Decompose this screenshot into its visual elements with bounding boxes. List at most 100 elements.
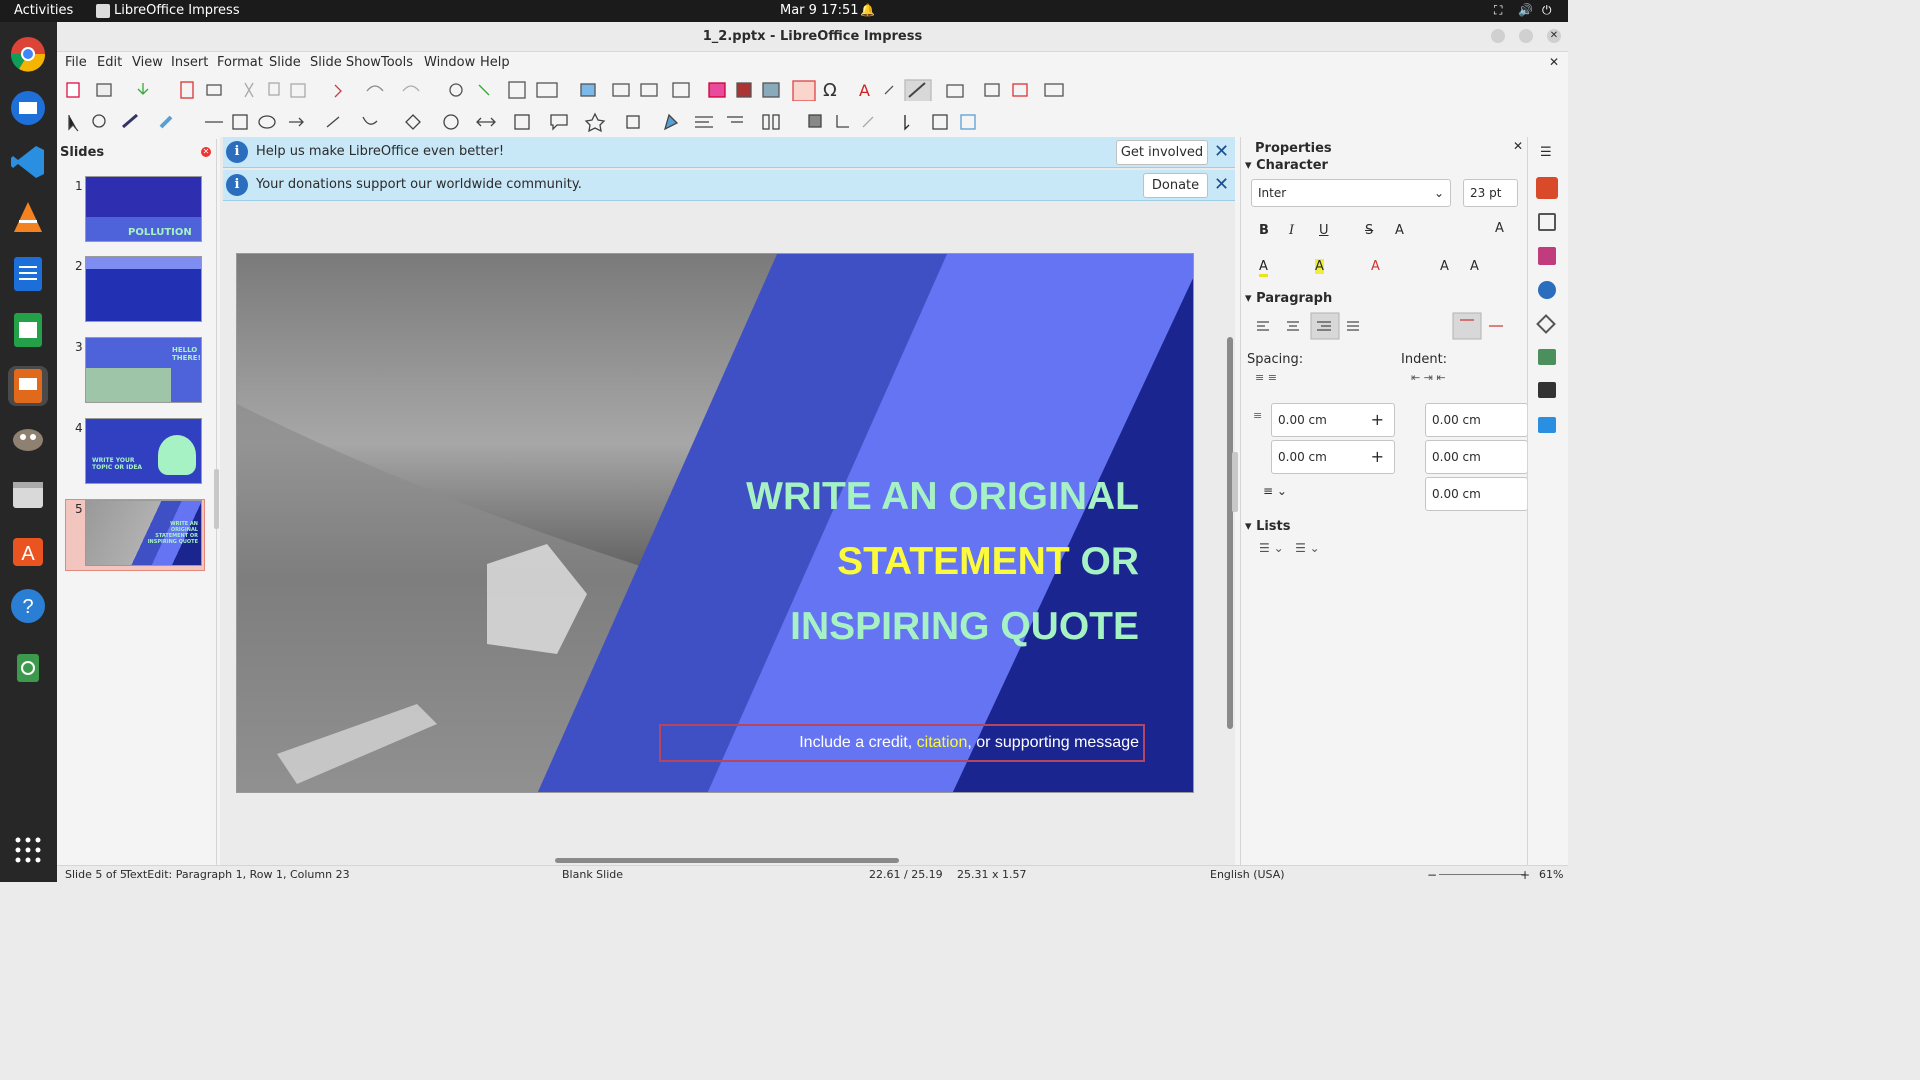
font-size-box[interactable]: 23 pt bbox=[1463, 179, 1518, 207]
highlight-color-icon[interactable]: A bbox=[1315, 259, 1324, 274]
spacing-below-field[interactable]: 0.00 cm + bbox=[1271, 440, 1395, 474]
paragraph-align-icons[interactable] bbox=[1255, 312, 1525, 342]
indent-buttons[interactable]: ⇤ ⇥ ⇤ bbox=[1411, 371, 1446, 384]
superscript-icon[interactable]: A bbox=[1440, 259, 1449, 274]
menu-tools[interactable]: Tools bbox=[381, 55, 413, 70]
close-slides-panel-button[interactable]: ✕ bbox=[201, 147, 211, 157]
animation-deck-icon[interactable] bbox=[1538, 382, 1556, 398]
clock[interactable]: Mar 9 17:51 bbox=[780, 3, 859, 18]
sidebar-splitter[interactable] bbox=[1232, 452, 1238, 512]
font-color-icon[interactable]: A bbox=[1259, 259, 1268, 277]
slide-title[interactable]: WRITE AN ORIGINAL STATEMENT OR INSPIRING… bbox=[657, 464, 1139, 659]
power-icon[interactable]: ⏻ bbox=[1542, 3, 1552, 18]
zoom-slider[interactable] bbox=[1439, 874, 1525, 875]
increase-icon[interactable]: + bbox=[1371, 441, 1384, 473]
subtitle-textbox[interactable]: Include a credit, citation, or supportin… bbox=[659, 724, 1145, 762]
properties-panel: Properties ✕ ▾ Character Inter ⌄ 23 pt B … bbox=[1240, 137, 1528, 867]
zoom-in-icon[interactable]: + bbox=[1520, 868, 1530, 882]
show-apps-icon[interactable] bbox=[8, 830, 48, 870]
files-icon[interactable] bbox=[8, 474, 48, 514]
menu-slideshow[interactable]: Slide Show bbox=[310, 55, 381, 70]
menu-help[interactable]: Help bbox=[480, 55, 510, 70]
close-document-icon[interactable]: ✕ bbox=[1549, 55, 1559, 69]
lists-section-header[interactable]: ▾ Lists bbox=[1245, 519, 1291, 534]
close-window-button[interactable]: ✕ bbox=[1547, 29, 1561, 43]
language[interactable]: English (USA) bbox=[1210, 868, 1285, 881]
chrome-icon[interactable] bbox=[8, 34, 48, 74]
grow-font-icon[interactable]: A bbox=[1495, 221, 1504, 236]
gallery-deck-icon[interactable] bbox=[1538, 247, 1556, 265]
writer-icon[interactable] bbox=[8, 254, 48, 294]
sidebar-menu-icon[interactable]: ☰ bbox=[1540, 145, 1552, 160]
indent-first-line-field[interactable]: 0.00 cm bbox=[1425, 477, 1528, 511]
horizontal-scrollbar[interactable] bbox=[555, 858, 899, 863]
bold-icon[interactable]: B bbox=[1259, 223, 1269, 238]
thunderbird-icon[interactable] bbox=[8, 88, 48, 128]
vscode-icon[interactable] bbox=[8, 142, 48, 182]
slide-thumbnail-1[interactable]: POLLUTION bbox=[85, 176, 202, 242]
properties-deck-icon[interactable] bbox=[1536, 177, 1558, 199]
layout-name[interactable]: Blank Slide bbox=[562, 868, 623, 881]
menu-file[interactable]: File bbox=[65, 55, 87, 70]
slide-thumbnail-3[interactable]: HELLO THERE! bbox=[85, 337, 202, 403]
paragraph-section-header[interactable]: ▾ Paragraph bbox=[1245, 291, 1332, 306]
font-name-box[interactable]: Inter ⌄ bbox=[1251, 179, 1451, 207]
slide-transition-deck-icon[interactable] bbox=[1538, 349, 1556, 365]
help-icon[interactable]: ? bbox=[8, 586, 48, 626]
activities-button[interactable]: Activities bbox=[14, 3, 73, 18]
menu-view[interactable]: View bbox=[132, 55, 163, 70]
slide-thumbnail-2[interactable] bbox=[85, 256, 202, 322]
network-icon[interactable]: ⛶ bbox=[1494, 3, 1502, 18]
subscript-icon[interactable]: A bbox=[1470, 259, 1479, 274]
software-icon[interactable]: A bbox=[8, 530, 48, 570]
zoom-level[interactable]: 61% bbox=[1539, 868, 1563, 881]
underline-icon[interactable]: U bbox=[1319, 223, 1329, 238]
drawing-toolbar-icons[interactable] bbox=[63, 111, 983, 133]
calc-icon[interactable] bbox=[8, 310, 48, 350]
styles-deck-icon[interactable] bbox=[1538, 213, 1556, 231]
gimp-icon[interactable] bbox=[8, 418, 48, 458]
volume-icon[interactable]: 🔊 bbox=[1518, 3, 1533, 17]
shadow-icon[interactable]: A bbox=[1395, 223, 1404, 238]
slide-canvas[interactable]: WRITE AN ORIGINAL STATEMENT OR INSPIRING… bbox=[236, 253, 1194, 793]
spacing-above-field[interactable]: 0.00 cm + bbox=[1271, 403, 1395, 437]
spacing-buttons[interactable]: ≡ ≡ bbox=[1255, 371, 1277, 384]
indent-after-field[interactable]: 0.00 cm bbox=[1425, 440, 1528, 474]
master-slides-deck-icon[interactable] bbox=[1538, 417, 1556, 433]
close-sidebar-icon[interactable]: ✕ bbox=[1513, 139, 1523, 153]
shapes-deck-icon[interactable] bbox=[1536, 314, 1556, 334]
menu-window[interactable]: Window bbox=[424, 55, 475, 70]
italic-icon[interactable]: I bbox=[1289, 223, 1294, 238]
standard-toolbar-icons[interactable]: Ω A bbox=[63, 79, 1073, 101]
vlc-icon[interactable] bbox=[8, 198, 48, 238]
increase-icon[interactable]: + bbox=[1371, 404, 1384, 436]
minimize-button[interactable] bbox=[1491, 29, 1505, 43]
close-infobar-icon[interactable]: ✕ bbox=[1214, 141, 1229, 162]
panel-splitter[interactable] bbox=[214, 469, 219, 529]
maximize-button[interactable] bbox=[1519, 29, 1533, 43]
impress-icon[interactable] bbox=[8, 366, 48, 406]
strikethrough-icon[interactable]: S bbox=[1365, 223, 1373, 238]
donate-button[interactable]: Donate bbox=[1143, 173, 1208, 198]
character-section-header[interactable]: ▾ Character bbox=[1245, 158, 1328, 173]
close-infobar-icon[interactable]: ✕ bbox=[1214, 174, 1229, 195]
slide-thumbnail-4[interactable]: WRITE YOUR TOPIC OR IDEA bbox=[85, 418, 202, 484]
zoom-out-icon[interactable]: − bbox=[1427, 868, 1437, 882]
slide-thumbnail-5[interactable]: WRITE AN ORIGINAL STATEMENT OR INSPIRING… bbox=[85, 500, 202, 566]
navigator-deck-icon[interactable] bbox=[1538, 281, 1556, 299]
list-buttons[interactable]: ☰ ⌄ ☰ ⌄ bbox=[1259, 541, 1320, 555]
clear-formatting-icon[interactable]: A bbox=[1371, 259, 1380, 274]
line-spacing-dropdown[interactable]: ≡ ⌄ bbox=[1263, 484, 1287, 498]
menu-slide[interactable]: Slide bbox=[269, 55, 301, 70]
get-involved-button[interactable]: Get involved bbox=[1116, 140, 1208, 165]
info-icon: i bbox=[226, 174, 248, 196]
menu-edit[interactable]: Edit bbox=[97, 55, 122, 70]
menu-insert[interactable]: Insert bbox=[171, 55, 208, 70]
menu-format[interactable]: Format bbox=[217, 55, 263, 70]
trash-icon[interactable] bbox=[8, 646, 48, 686]
app-menu-label[interactable]: LibreOffice Impress bbox=[114, 3, 240, 18]
title-line-3: INSPIRING QUOTE bbox=[790, 605, 1139, 648]
indent-before-field[interactable]: 0.00 cm bbox=[1425, 403, 1528, 437]
vertical-scrollbar[interactable] bbox=[1227, 337, 1233, 729]
chevron-down-icon[interactable]: ⌄ bbox=[1434, 180, 1444, 206]
